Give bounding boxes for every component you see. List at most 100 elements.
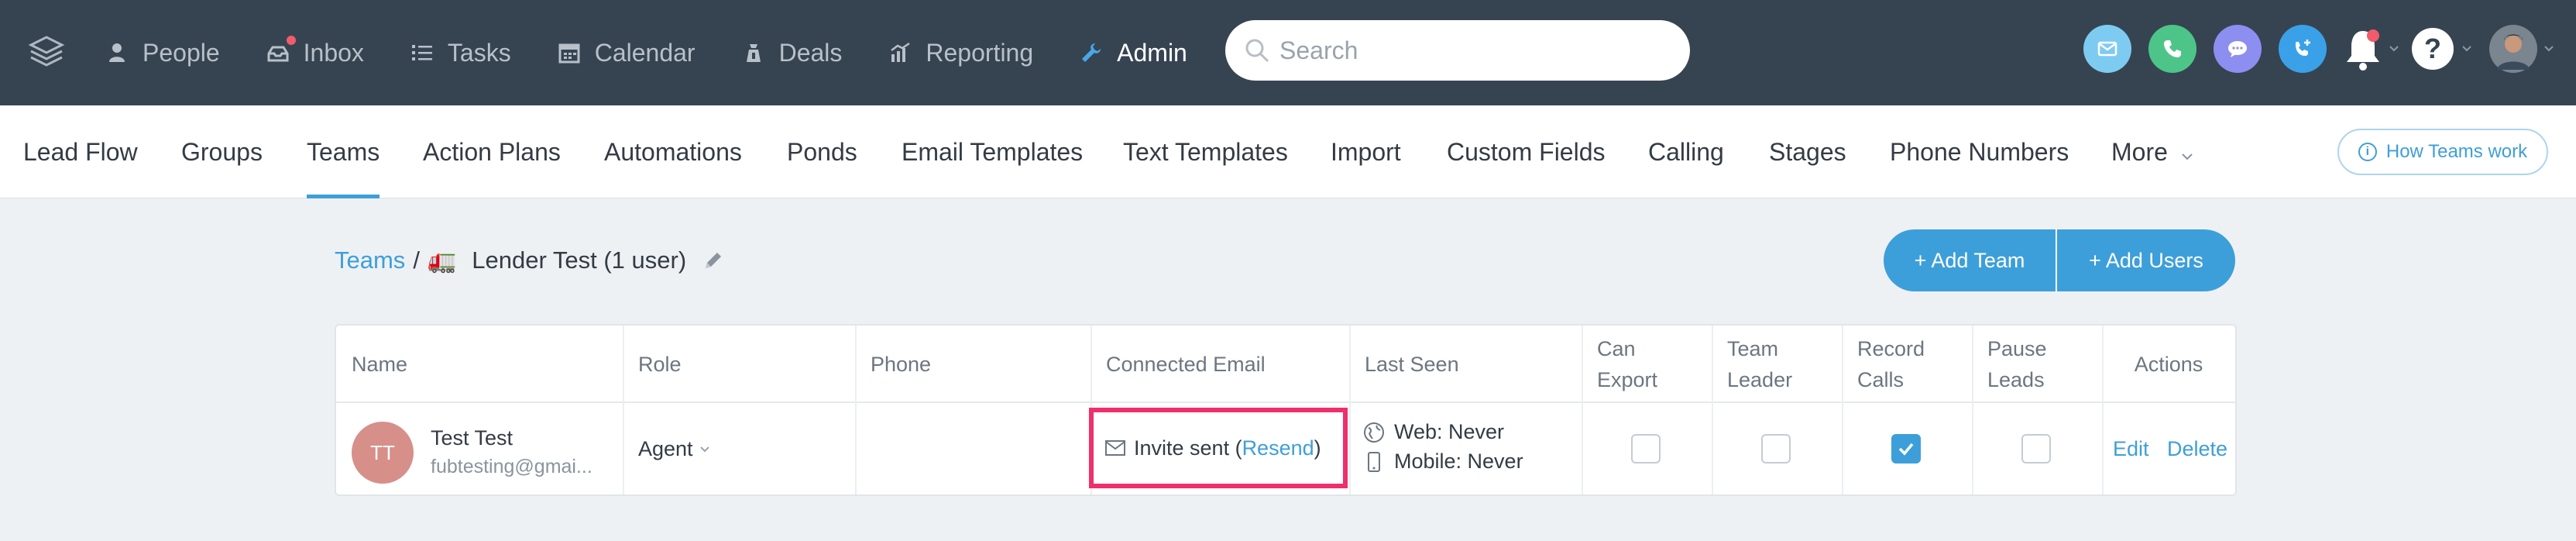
- user-email: fubtesting@gmai...: [431, 456, 592, 477]
- email-button[interactable]: [2083, 25, 2131, 73]
- column-divider: [1972, 326, 1973, 494]
- tab-custom-fields[interactable]: Custom Fields: [1447, 105, 1606, 198]
- chevron-down-icon: [699, 446, 709, 452]
- header-team-leader-line2: Leader: [1727, 368, 1793, 391]
- tab-groups[interactable]: Groups: [181, 105, 263, 198]
- header-actions: Actions: [2134, 353, 2203, 376]
- nav-inbox[interactable]: Inbox: [266, 33, 364, 67]
- header-last-seen[interactable]: Last Seen: [1349, 326, 1582, 403]
- inbox-icon: [267, 46, 289, 62]
- tab-ponds[interactable]: Ponds: [787, 105, 857, 198]
- notifications-bell-icon[interactable]: [2342, 26, 2384, 73]
- nav-reporting-label: Reporting: [926, 38, 1034, 67]
- tab-calling[interactable]: Calling: [1648, 105, 1724, 198]
- column-divider: [1712, 326, 1713, 494]
- dialer-button[interactable]: [2279, 25, 2327, 73]
- people-icon: [109, 43, 125, 62]
- search-input[interactable]: Search: [1225, 20, 1690, 81]
- tab-import[interactable]: Import: [1331, 105, 1401, 198]
- add-users-button[interactable]: + Add Users: [2057, 229, 2235, 291]
- tab-lead-flow[interactable]: Lead Flow: [23, 105, 138, 198]
- info-icon: i: [2358, 143, 2377, 161]
- reporting-icon: [891, 42, 911, 62]
- last-seen-mobile-text: Mobile: Never: [1394, 450, 1523, 473]
- header-team-leader-line1: Team: [1727, 337, 1779, 360]
- header-connected-email[interactable]: Connected Email: [1091, 326, 1349, 403]
- delete-link[interactable]: Delete: [2167, 437, 2227, 461]
- column-divider: [855, 326, 857, 494]
- header-phone[interactable]: Phone: [855, 326, 1091, 403]
- nav-deals-label: Deals: [778, 38, 843, 67]
- mobile-phone-icon: [1368, 451, 1380, 472]
- header-pause-leads[interactable]: Pause Leads: [1972, 326, 2102, 403]
- header-role[interactable]: Role: [623, 326, 855, 403]
- main-nav: People Inbox Tasks Calendar Deals Report…: [105, 0, 1234, 105]
- header-name[interactable]: Name: [336, 326, 623, 403]
- tab-email-templates[interactable]: Email Templates: [902, 105, 1083, 198]
- edit-pencil-icon[interactable]: [702, 249, 725, 272]
- nav-people[interactable]: People: [105, 39, 220, 67]
- header-pause-leads-line2: Leads: [1987, 368, 2045, 391]
- nav-people-label: People: [143, 38, 220, 67]
- nav-admin[interactable]: Admin: [1080, 39, 1187, 67]
- nav-reporting[interactable]: Reporting: [888, 39, 1033, 67]
- app-logo-icon[interactable]: [28, 34, 65, 68]
- breadcrumb: Teams / 🚛 Lender Test (1 user): [335, 243, 725, 277]
- header-team-leader[interactable]: Team Leader: [1712, 326, 1842, 403]
- user-name[interactable]: Test Test: [431, 426, 513, 450]
- how-teams-work-label: How Teams work: [2385, 141, 2528, 162]
- column-divider: [1842, 326, 1843, 494]
- breadcrumb-teams-link[interactable]: Teams: [335, 246, 405, 274]
- column-divider: [2102, 326, 2104, 494]
- invite-status-prefix: Invite sent (: [1134, 436, 1242, 460]
- team-actions-button-group: + Add Team + Add Users: [1884, 229, 2235, 291]
- mail-icon: [2097, 41, 2117, 57]
- nav-tasks-label: Tasks: [447, 38, 511, 67]
- add-team-button[interactable]: + Add Team: [1884, 229, 2057, 291]
- resend-invite-link[interactable]: Resend: [1242, 436, 1314, 460]
- deals-icon: [746, 44, 761, 62]
- chat-bubble-icon: [2228, 41, 2247, 57]
- can-export-checkbox[interactable]: [1631, 434, 1661, 463]
- top-navigation-bar: People Inbox Tasks Calendar Deals Report…: [0, 0, 2576, 105]
- table-header: Name Role Phone Connected Email Last See…: [336, 326, 2235, 403]
- text-message-button[interactable]: [2214, 25, 2262, 73]
- nav-admin-label: Admin: [1117, 38, 1187, 67]
- chevron-down-icon[interactable]: [2543, 45, 2554, 53]
- team-members-table: Name Role Phone Connected Email Last See…: [335, 324, 2237, 496]
- tab-action-plans[interactable]: Action Plans: [423, 105, 561, 198]
- search-placeholder: Search: [1279, 36, 1358, 64]
- inbox-notification-badge: [284, 33, 297, 47]
- avatar[interactable]: TT: [352, 422, 414, 484]
- user-avatar[interactable]: [2489, 25, 2537, 73]
- call-button[interactable]: [2148, 25, 2196, 73]
- how-teams-work-button[interactable]: i How Teams work: [2337, 129, 2548, 175]
- chevron-down-icon[interactable]: [2461, 45, 2472, 53]
- nav-calendar[interactable]: Calendar: [558, 39, 696, 67]
- edit-link[interactable]: Edit: [2113, 437, 2149, 461]
- tab-teams[interactable]: Teams: [307, 105, 380, 198]
- tab-phone-numbers[interactable]: Phone Numbers: [1890, 105, 2069, 198]
- last-seen-web-text: Web: Never: [1394, 420, 1505, 443]
- team-leader-checkbox[interactable]: [1761, 434, 1791, 463]
- role-select[interactable]: Agent: [638, 403, 710, 494]
- header-can-export[interactable]: Can Export: [1582, 326, 1712, 403]
- tab-more-label: More: [2111, 138, 2168, 166]
- header-record-calls[interactable]: Record Calls: [1842, 326, 1972, 403]
- chevron-down-icon: [2182, 153, 2193, 160]
- chevron-down-icon[interactable]: [2389, 45, 2399, 53]
- tab-text-templates[interactable]: Text Templates: [1123, 105, 1288, 198]
- tab-more[interactable]: More: [2111, 105, 2193, 198]
- tab-automations[interactable]: Automations: [604, 105, 742, 198]
- nav-deals[interactable]: Deals: [742, 38, 843, 67]
- record-calls-checkbox[interactable]: [1891, 434, 1921, 463]
- nav-tasks[interactable]: Tasks: [410, 39, 511, 67]
- tab-stages[interactable]: Stages: [1769, 105, 1846, 198]
- pause-leads-checkbox[interactable]: [2021, 434, 2051, 463]
- globe-icon: [1364, 422, 1384, 443]
- header-record-calls-line1: Record: [1857, 337, 1925, 360]
- calendar-icon: [558, 43, 580, 64]
- phone-icon: [2164, 40, 2181, 57]
- help-icon[interactable]: ?: [2410, 26, 2455, 71]
- svg-text:?: ?: [2424, 33, 2441, 64]
